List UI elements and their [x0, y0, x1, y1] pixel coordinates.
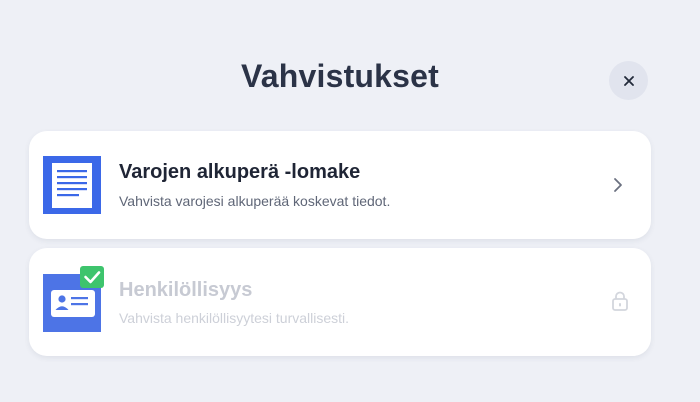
card-subtitle: Vahvista varojesi alkuperää koskevat tie… [119, 193, 391, 209]
card-source-of-funds[interactable]: Varojen alkuperä -lomake Vahvista varoje… [29, 131, 651, 239]
close-icon [623, 75, 634, 86]
document-icon [43, 156, 101, 214]
card-title: Henkilöllisyys [119, 279, 253, 301]
page-title: Vahvistukset [240, 58, 440, 94]
close-button[interactable] [609, 61, 648, 100]
lock-icon [612, 291, 628, 311]
card-identity: Henkilöllisyys Vahvista henkilöllisyytes… [29, 248, 651, 356]
card-title: Varojen alkuperä -lomake [119, 161, 361, 183]
id-card-icon [43, 266, 104, 332]
chevron-right-icon [614, 178, 622, 192]
card-subtitle: Vahvista henkilöllisyytesi turvallisesti… [119, 310, 350, 326]
